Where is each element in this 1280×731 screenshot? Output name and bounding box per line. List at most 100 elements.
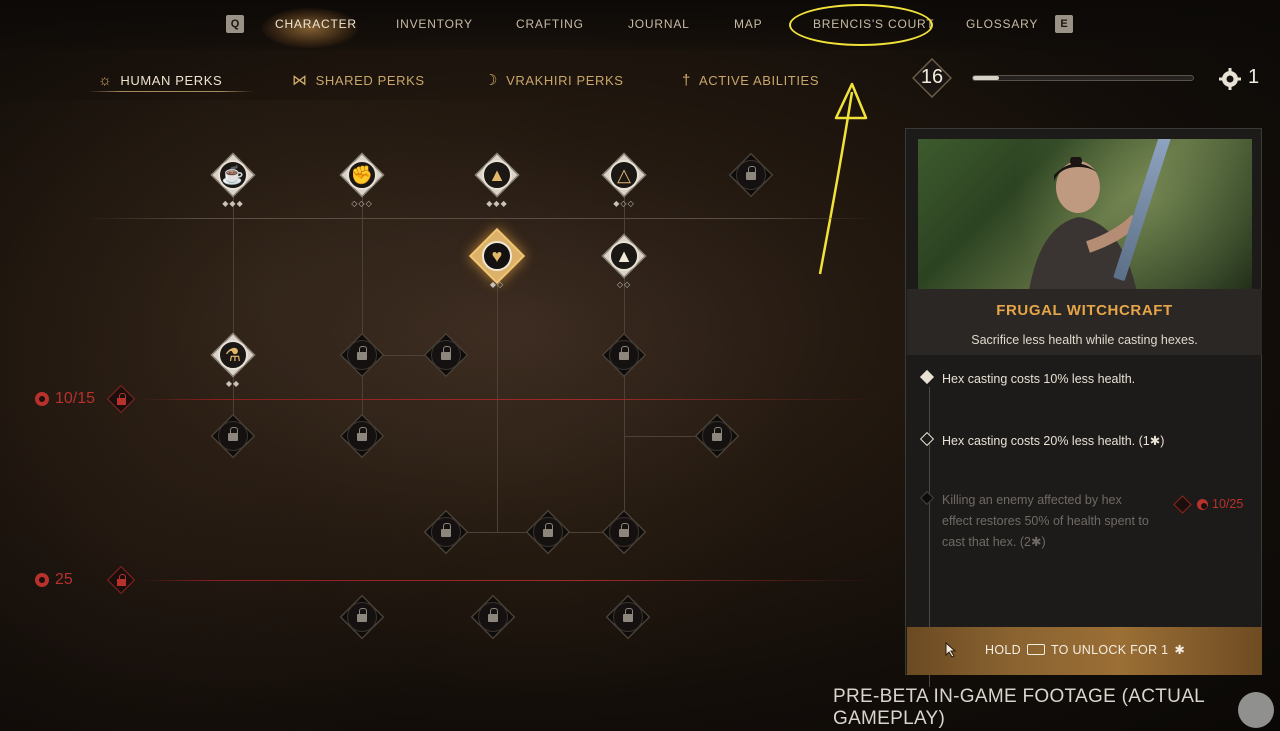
sun-icon: ☼ bbox=[98, 71, 113, 89]
perk-node-shield-triangle[interactable]: ▲ ◇◇ bbox=[601, 233, 647, 289]
rank-pips: ◆◆◆ bbox=[486, 199, 508, 208]
lock-icon bbox=[357, 608, 367, 622]
rank-3-requirement: 10/25 bbox=[1173, 494, 1243, 514]
prev-tab-key[interactable]: Q bbox=[226, 15, 244, 33]
fist-icon: ✊ bbox=[350, 165, 374, 185]
perk-description: Sacrifice less health while casting hexe… bbox=[971, 333, 1198, 347]
perk-node-locked[interactable] bbox=[423, 509, 469, 555]
rank-locked-icon bbox=[919, 490, 935, 506]
rank-pips: ◆◇◇ bbox=[613, 199, 635, 208]
shield-triangle-icon: ▲ bbox=[615, 246, 633, 266]
dagger-icon: † bbox=[682, 71, 691, 89]
annotation-ellipse bbox=[789, 4, 933, 46]
rank-pips: ◇◇ bbox=[616, 280, 632, 289]
tier-gear-icon bbox=[35, 392, 49, 406]
lock-icon bbox=[623, 608, 633, 622]
perk-node-locked[interactable] bbox=[525, 509, 571, 555]
perk-node-locked[interactable] bbox=[423, 332, 469, 378]
next-tab-key[interactable]: E bbox=[1055, 15, 1073, 33]
lock-icon bbox=[357, 427, 367, 441]
top-navigation: Q CHARACTER INVENTORY CRAFTING JOURNAL M… bbox=[0, 0, 1280, 50]
keyboard-key-icon bbox=[1026, 644, 1045, 655]
perk-node-locked[interactable] bbox=[470, 594, 516, 640]
nav-glossary[interactable]: GLOSSARY bbox=[966, 17, 1038, 31]
tree-connector bbox=[362, 196, 363, 436]
subtab-label: VRAKHIRI PERKS bbox=[506, 72, 624, 88]
lock-icon bbox=[117, 574, 126, 586]
perk-point-icon: ✱) bbox=[1149, 434, 1165, 448]
corner-overlay-button[interactable] bbox=[1238, 692, 1274, 728]
subtab-vrakhiri-perks[interactable]: ☽ VRAKHIRI PERKS bbox=[484, 69, 624, 91]
perk-node-locked[interactable] bbox=[601, 509, 647, 555]
lock-icon bbox=[712, 427, 722, 441]
requirement-lock-icon bbox=[1173, 494, 1192, 514]
subtab-shared-perks[interactable]: ⋈ SHARED PERKS bbox=[292, 69, 425, 91]
perk-point-icon: ✱) bbox=[1030, 535, 1046, 549]
unlock-hold-bar[interactable]: HOLD TO UNLOCK FOR 1 ✱ bbox=[907, 627, 1262, 675]
nav-character[interactable]: CHARACTER bbox=[275, 17, 357, 31]
subtab-active-abilities[interactable]: † ACTIVE ABILITIES bbox=[682, 69, 819, 91]
perk-rank-3: Killing an enemy affected by hex effect … bbox=[919, 490, 1152, 553]
lock-icon bbox=[441, 346, 451, 360]
player-level: 16 bbox=[920, 66, 944, 88]
lock-icon bbox=[746, 166, 756, 180]
rank-available-icon bbox=[919, 431, 935, 447]
lock-icon bbox=[619, 346, 629, 360]
tree-connector bbox=[233, 196, 234, 436]
tree-row-divider bbox=[85, 218, 875, 219]
perk-node-locked[interactable] bbox=[339, 332, 385, 378]
cauldron-icon: ⚗ bbox=[224, 345, 242, 365]
tier-divider-line bbox=[140, 580, 880, 581]
perk-node-fist[interactable]: ✊ ◇◇◇ bbox=[339, 152, 385, 208]
nav-journal[interactable]: JOURNAL bbox=[628, 17, 690, 31]
perk-node-locked[interactable] bbox=[694, 413, 740, 459]
xp-progress-fill bbox=[973, 76, 1000, 80]
rank-pips: ◆◇ bbox=[489, 280, 505, 289]
rank-pips: ◆◆◆ bbox=[222, 199, 244, 208]
tier-divider-line bbox=[140, 399, 880, 400]
annotation-arrow bbox=[818, 82, 868, 275]
lock-icon bbox=[619, 523, 629, 537]
flame-triangle-icon: ▲ bbox=[488, 165, 506, 185]
rank-pips: ◇◇◇ bbox=[351, 199, 373, 208]
perk-node-locked[interactable] bbox=[210, 413, 256, 459]
footage-watermark: PRE-BETA IN-GAME FOOTAGE (ACTUAL GAMEPLA… bbox=[833, 686, 1205, 729]
perk-node-frugal-witchcraft[interactable]: ♥ ◆◇ bbox=[468, 227, 526, 289]
perk-node-mug[interactable]: ☕ ◆◆◆ bbox=[210, 152, 256, 208]
perk-node-locked[interactable] bbox=[339, 413, 385, 459]
perk-detail-panel: FRUGAL WITCHCRAFT Sacrifice less health … bbox=[905, 128, 1262, 687]
perk-node-cauldron[interactable]: ⚗ ◆◆ bbox=[210, 332, 256, 388]
perk-point-gear-icon bbox=[1219, 68, 1241, 90]
lock-icon bbox=[488, 608, 498, 622]
triangle-icon: △ bbox=[617, 165, 631, 185]
lock-icon bbox=[543, 523, 553, 537]
perk-node-locked[interactable] bbox=[601, 332, 647, 378]
mug-icon: ☕ bbox=[221, 165, 245, 185]
tier-label: 10/15 bbox=[55, 390, 96, 407]
heart-drop-icon: ♥ bbox=[491, 246, 503, 266]
perk-node-triangle[interactable]: △ ◆◇◇ bbox=[601, 152, 647, 208]
perk-node-locked[interactable] bbox=[339, 594, 385, 640]
tree-connector bbox=[497, 280, 498, 532]
rank-unlocked-icon bbox=[919, 369, 935, 385]
perk-rank-2: Hex casting costs 20% less health. (1✱) bbox=[919, 431, 1242, 452]
tier-label: 25 bbox=[55, 571, 73, 588]
perk-rank-1: Hex casting costs 10% less health. bbox=[919, 369, 1202, 390]
lock-icon bbox=[117, 393, 126, 405]
perk-node-locked[interactable] bbox=[605, 594, 651, 640]
lock-icon bbox=[357, 346, 367, 360]
subtab-human-perks[interactable]: ☼ HUMAN PERKS bbox=[98, 69, 222, 91]
crescent-icon: ☽ bbox=[484, 72, 499, 89]
cursor-icon bbox=[945, 642, 957, 658]
perk-node-locked[interactable] bbox=[728, 152, 774, 198]
active-subtab-underline bbox=[88, 91, 254, 92]
nav-inventory[interactable]: INVENTORY bbox=[396, 17, 473, 31]
perk-node-flame-triangle[interactable]: ▲ ◆◆◆ bbox=[474, 152, 520, 208]
nav-map[interactable]: MAP bbox=[734, 17, 762, 31]
subtab-label: SHARED PERKS bbox=[315, 72, 425, 88]
hold-suffix: TO UNLOCK FOR 1 bbox=[1050, 642, 1169, 657]
perk-title: FRUGAL WITCHCRAFT bbox=[996, 302, 1173, 319]
perk-illustration bbox=[918, 139, 1252, 289]
nav-crafting[interactable]: CRAFTING bbox=[516, 17, 584, 31]
hold-prefix: HOLD bbox=[985, 642, 1021, 657]
